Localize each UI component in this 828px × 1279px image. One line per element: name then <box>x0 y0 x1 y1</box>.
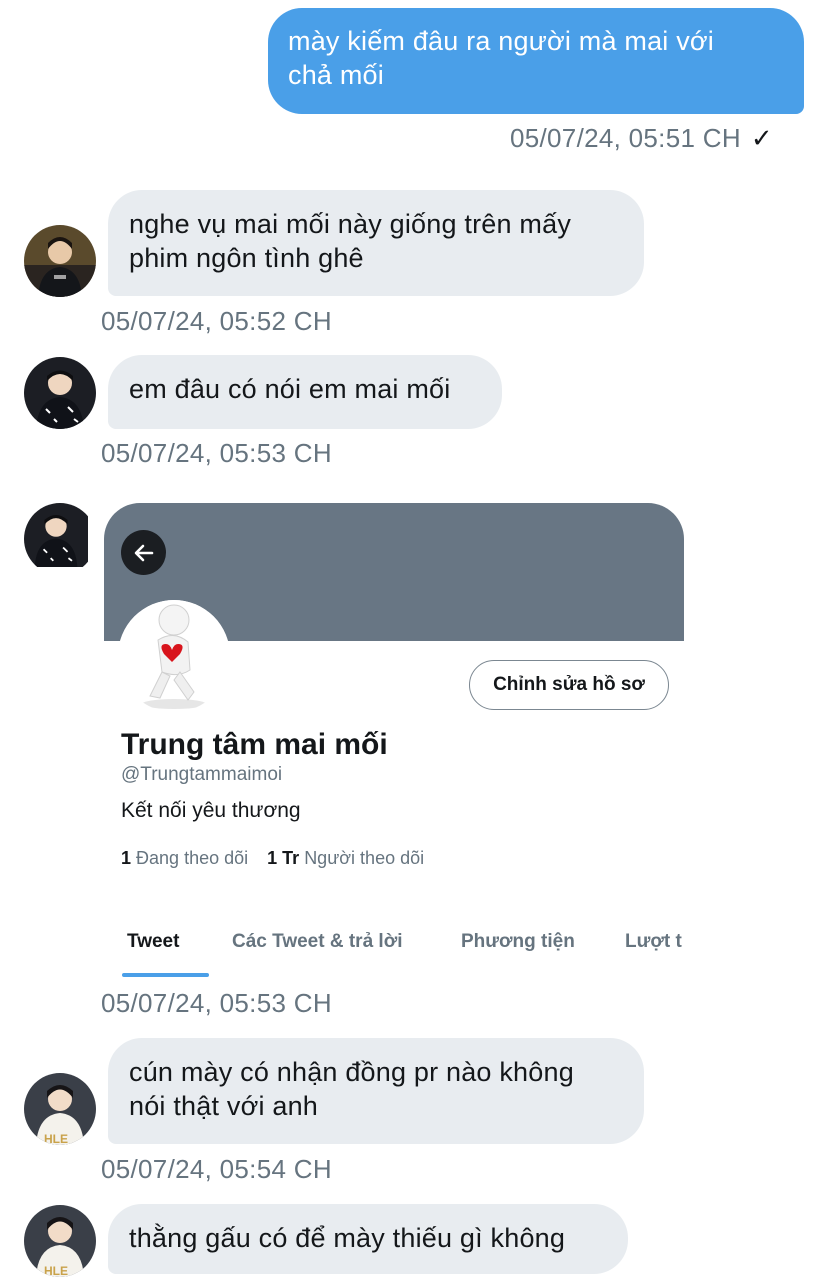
back-button[interactable] <box>121 530 166 575</box>
message-timestamp: 05/07/24, 05:53 CH <box>101 438 332 468</box>
following-label[interactable]: Đang theo dõi <box>136 848 248 868</box>
following-count[interactable]: 1 <box>121 848 131 868</box>
edit-profile-button[interactable]: Chỉnh sửa hồ sơ <box>469 660 669 710</box>
profile-bio: Kết nối yêu thương <box>121 799 301 822</box>
message-line: phim ngôn tình ghê <box>129 243 364 273</box>
incoming-message-bubble[interactable]: cún mày có nhận đồng pr nào không nói th… <box>108 1038 644 1144</box>
avatar[interactable]: HLE <box>24 1205 96 1277</box>
avatar[interactable] <box>24 225 96 297</box>
incoming-message-bubble[interactable]: nghe vụ mai mối này giống trên mấy phim … <box>108 190 644 296</box>
incoming-message-bubble[interactable]: thằng gấu có để mày thiếu gì không <box>108 1204 628 1274</box>
message-timestamp: 05/07/24, 05:52 CH <box>101 306 332 336</box>
tab-tweet[interactable]: Tweet <box>127 931 179 953</box>
message-timestamp: 05/07/24, 05:54 CH <box>101 1154 332 1184</box>
active-tab-indicator <box>122 973 209 977</box>
avatar[interactable]: HLE <box>24 1073 96 1145</box>
outgoing-message-bubble[interactable]: mày kiếm đâu ra người mà mai với chả mối <box>268 8 804 114</box>
svg-text:HLE: HLE <box>44 1132 68 1145</box>
tab-likes[interactable]: Lượt t <box>625 931 682 953</box>
profile-picture[interactable] <box>118 600 230 712</box>
message-line: em đâu có nói em mai mối <box>129 374 451 404</box>
profile-card[interactable]: Chỉnh sửa hồ sơ Trung tâm mai mối @Trung… <box>104 503 684 977</box>
avatar[interactable] <box>24 503 96 575</box>
back-arrow-icon <box>134 544 153 561</box>
profile-handle: @Trungtammaimoi <box>121 764 283 785</box>
profile-name: Trung tâm mai mối <box>121 728 388 761</box>
message-line: thằng gấu có để mày thiếu gì không <box>129 1223 566 1253</box>
profile-stats: 1 Đang theo dõi 1 Tr Người theo dõi <box>121 848 424 869</box>
message-timestamp: 05/07/24, 05:51 CH ✓ <box>510 123 773 153</box>
svg-text:HLE: HLE <box>44 1264 68 1277</box>
message-line: cún mày có nhận đồng pr nào không <box>129 1057 574 1087</box>
message-timestamp: 05/07/24, 05:53 CH <box>101 988 332 1018</box>
message-line: chả mối <box>288 60 384 90</box>
tab-media[interactable]: Phương tiện <box>461 931 575 953</box>
followers-label[interactable]: Người theo dõi <box>304 848 424 868</box>
followers-count[interactable]: 1 Tr <box>267 848 299 868</box>
message-line: nói thật với anh <box>129 1091 319 1121</box>
profile-tabs: Tweet Các Tweet & trả lời Phương tiện Lư… <box>104 928 684 977</box>
avatar[interactable] <box>24 357 96 429</box>
message-line: nghe vụ mai mối này giống trên mấy <box>129 209 572 239</box>
tab-tweets-and-replies[interactable]: Các Tweet & trả lời <box>232 931 402 953</box>
message-line: mày kiếm đâu ra người mà mai với <box>288 26 715 56</box>
incoming-message-bubble[interactable]: em đâu có nói em mai mối <box>108 355 502 429</box>
check-icon: ✓ <box>750 123 773 153</box>
